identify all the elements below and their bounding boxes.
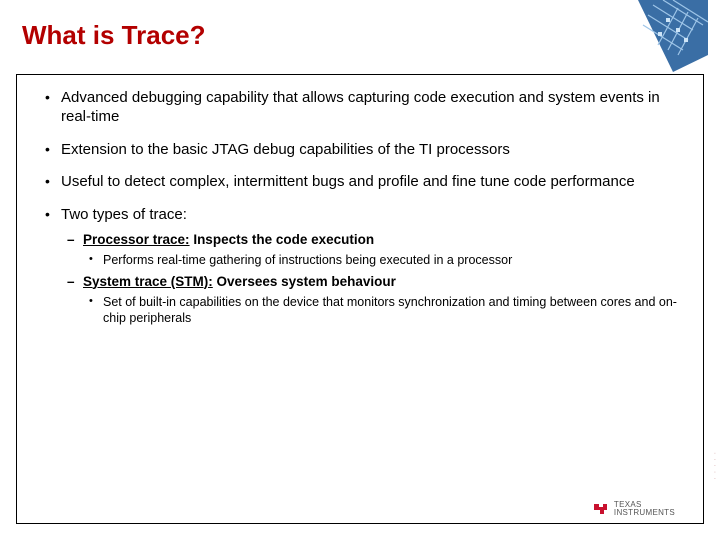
- sub-item: System trace (STM): Oversees system beha…: [61, 273, 685, 327]
- bullet-text: Two types of trace:: [61, 206, 187, 223]
- content-frame: Advanced debugging capability that allow…: [16, 74, 704, 524]
- sub-rest: Inspects the code execution: [190, 232, 375, 247]
- side-mark: · · · · ·: [711, 452, 718, 480]
- sub-rest: Oversees system behaviour: [213, 274, 396, 289]
- bullet-item: Advanced debugging capability that allow…: [35, 89, 685, 127]
- ti-logo: Texas Instruments: [592, 501, 675, 517]
- sub-item: Processor trace: Inspects the code execu…: [61, 231, 685, 269]
- bullet-item: Extension to the basic JTAG debug capabi…: [35, 141, 685, 160]
- slide-title: What is Trace?: [22, 20, 206, 51]
- bullet-item: Two types of trace: Processor trace: Ins…: [35, 206, 685, 327]
- ti-logo-text: Texas Instruments: [614, 501, 675, 517]
- sub-label: System trace (STM):: [83, 274, 213, 289]
- detail-item: Performs real-time gathering of instruct…: [83, 252, 685, 268]
- sub-label: Processor trace:: [83, 232, 190, 247]
- detail-item: Set of built-in capabilities on the devi…: [83, 294, 685, 327]
- bullet-item: Useful to detect complex, intermittent b…: [35, 173, 685, 192]
- chip-graphic: [618, 0, 708, 72]
- ti-chip-icon: [592, 501, 610, 517]
- bullet-list: Advanced debugging capability that allow…: [35, 89, 685, 327]
